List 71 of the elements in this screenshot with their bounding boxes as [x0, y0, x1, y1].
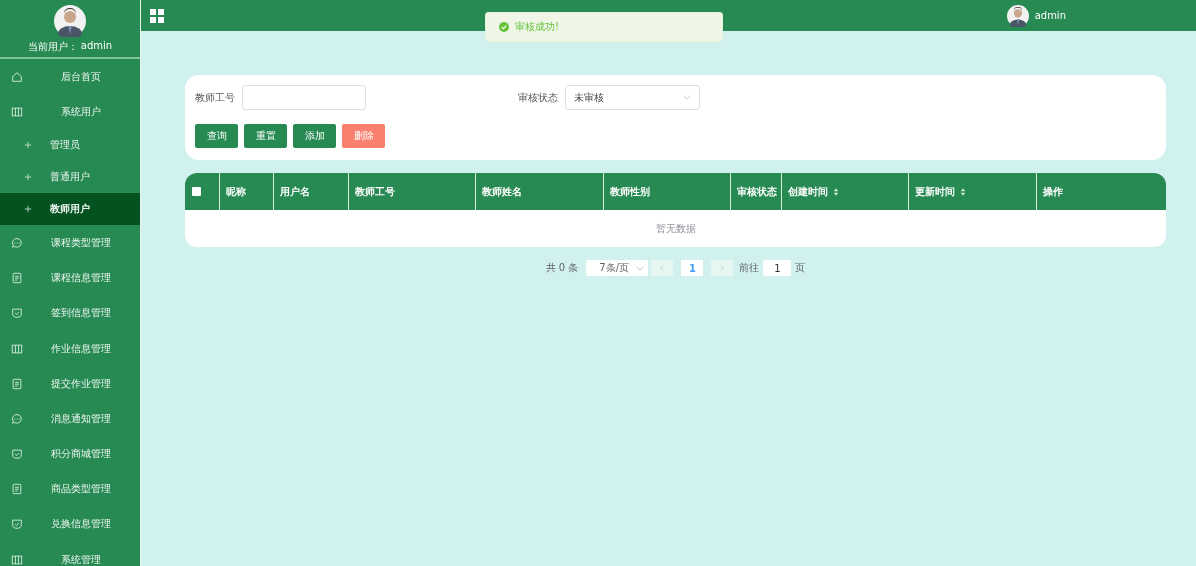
- previous-page-button[interactable]: [651, 260, 674, 276]
- goto-label: 前往: [739, 261, 760, 275]
- avatar: [54, 5, 86, 37]
- plus-icon: [24, 173, 32, 182]
- menu-item[interactable]: 提交作业管理: [0, 366, 140, 402]
- columns-icon: [11, 553, 23, 566]
- columns-icon: [11, 105, 23, 118]
- column-title: 教师姓名: [482, 184, 522, 199]
- menu-item[interactable]: 签到信息管理: [0, 295, 140, 331]
- document-icon: [11, 377, 23, 390]
- shield-check-icon: [11, 448, 23, 461]
- sort-icon[interactable]: [960, 187, 966, 196]
- chat-icon: [11, 236, 23, 249]
- toast-message: 审核成功!: [515, 20, 559, 34]
- next-page-button[interactable]: [711, 260, 734, 276]
- menu-item[interactable]: 商品类型管理: [0, 471, 140, 507]
- total-count: 共 0 条: [545, 261, 579, 275]
- column-title: 操作: [1043, 184, 1063, 199]
- menu-item[interactable]: 系统用户: [0, 94, 140, 130]
- current-user-name: admin: [80, 40, 113, 53]
- menu-item[interactable]: 积分商城管理: [0, 436, 140, 472]
- action-button[interactable]: 添加: [293, 124, 336, 148]
- menu-item[interactable]: 课程信息管理: [0, 260, 140, 296]
- check-circle-icon: [499, 22, 509, 32]
- plus-icon: [24, 205, 32, 214]
- column-title: 昵称: [226, 184, 246, 199]
- submenu-item[interactable]: 普通用户: [0, 161, 140, 194]
- page-input[interactable]: 1: [763, 260, 792, 276]
- input-field[interactable]: [242, 85, 366, 110]
- action-button[interactable]: 删除: [342, 124, 385, 148]
- action-button[interactable]: 查询: [195, 124, 238, 148]
- current-user-label: 当前用户：: [27, 40, 78, 54]
- column-title: 创建时间: [788, 184, 828, 199]
- menu-item[interactable]: 后台首页: [0, 59, 140, 95]
- field-label: 教师工号: [195, 90, 235, 105]
- field-label: 审核状态: [518, 90, 558, 105]
- plus-icon: [24, 141, 32, 150]
- column-title: 用户名: [280, 184, 310, 199]
- home-icon: [11, 70, 23, 83]
- select-field[interactable]: 未审核: [565, 85, 700, 110]
- shield-check-icon: [11, 307, 23, 320]
- avatar: [1006, 4, 1029, 27]
- column-title: 更新时间: [915, 184, 955, 199]
- columns-icon: [11, 342, 23, 355]
- menu-item[interactable]: 作业信息管理: [0, 330, 140, 367]
- column-title: 教师性别: [610, 184, 650, 199]
- document-icon: [11, 483, 23, 496]
- chat-icon: [11, 412, 23, 425]
- action-button[interactable]: 重置: [244, 124, 287, 148]
- header-username[interactable]: admin: [1034, 10, 1066, 21]
- select-all-checkbox[interactable]: [192, 187, 201, 196]
- empty-message: 暂无数据: [655, 221, 696, 236]
- grid-menu-icon[interactable]: [150, 8, 164, 23]
- chevron-right-icon: [720, 264, 725, 272]
- submenu-item[interactable]: 教师用户: [0, 193, 140, 226]
- column-title: 教师工号: [355, 184, 395, 199]
- menu-item[interactable]: 课程类型管理: [0, 225, 140, 261]
- chevron-left-icon: [660, 264, 665, 272]
- page-suffix: 页: [795, 261, 806, 275]
- menu-item[interactable]: 消息通知管理: [0, 401, 140, 437]
- submenu-item[interactable]: 管理员: [0, 129, 140, 162]
- shield-check-icon: [11, 518, 23, 531]
- menu-item[interactable]: 系统管理: [0, 542, 140, 566]
- page-size-select[interactable]: 7条/页: [586, 260, 649, 276]
- page-number[interactable]: 1: [681, 260, 704, 276]
- chevron-down-icon: [636, 265, 645, 271]
- menu-item[interactable]: 兑换信息管理: [0, 506, 140, 543]
- document-icon: [11, 272, 23, 285]
- chevron-down-icon: [683, 95, 691, 100]
- sort-icon[interactable]: [833, 187, 839, 196]
- column-title: 审核状态: [737, 184, 777, 199]
